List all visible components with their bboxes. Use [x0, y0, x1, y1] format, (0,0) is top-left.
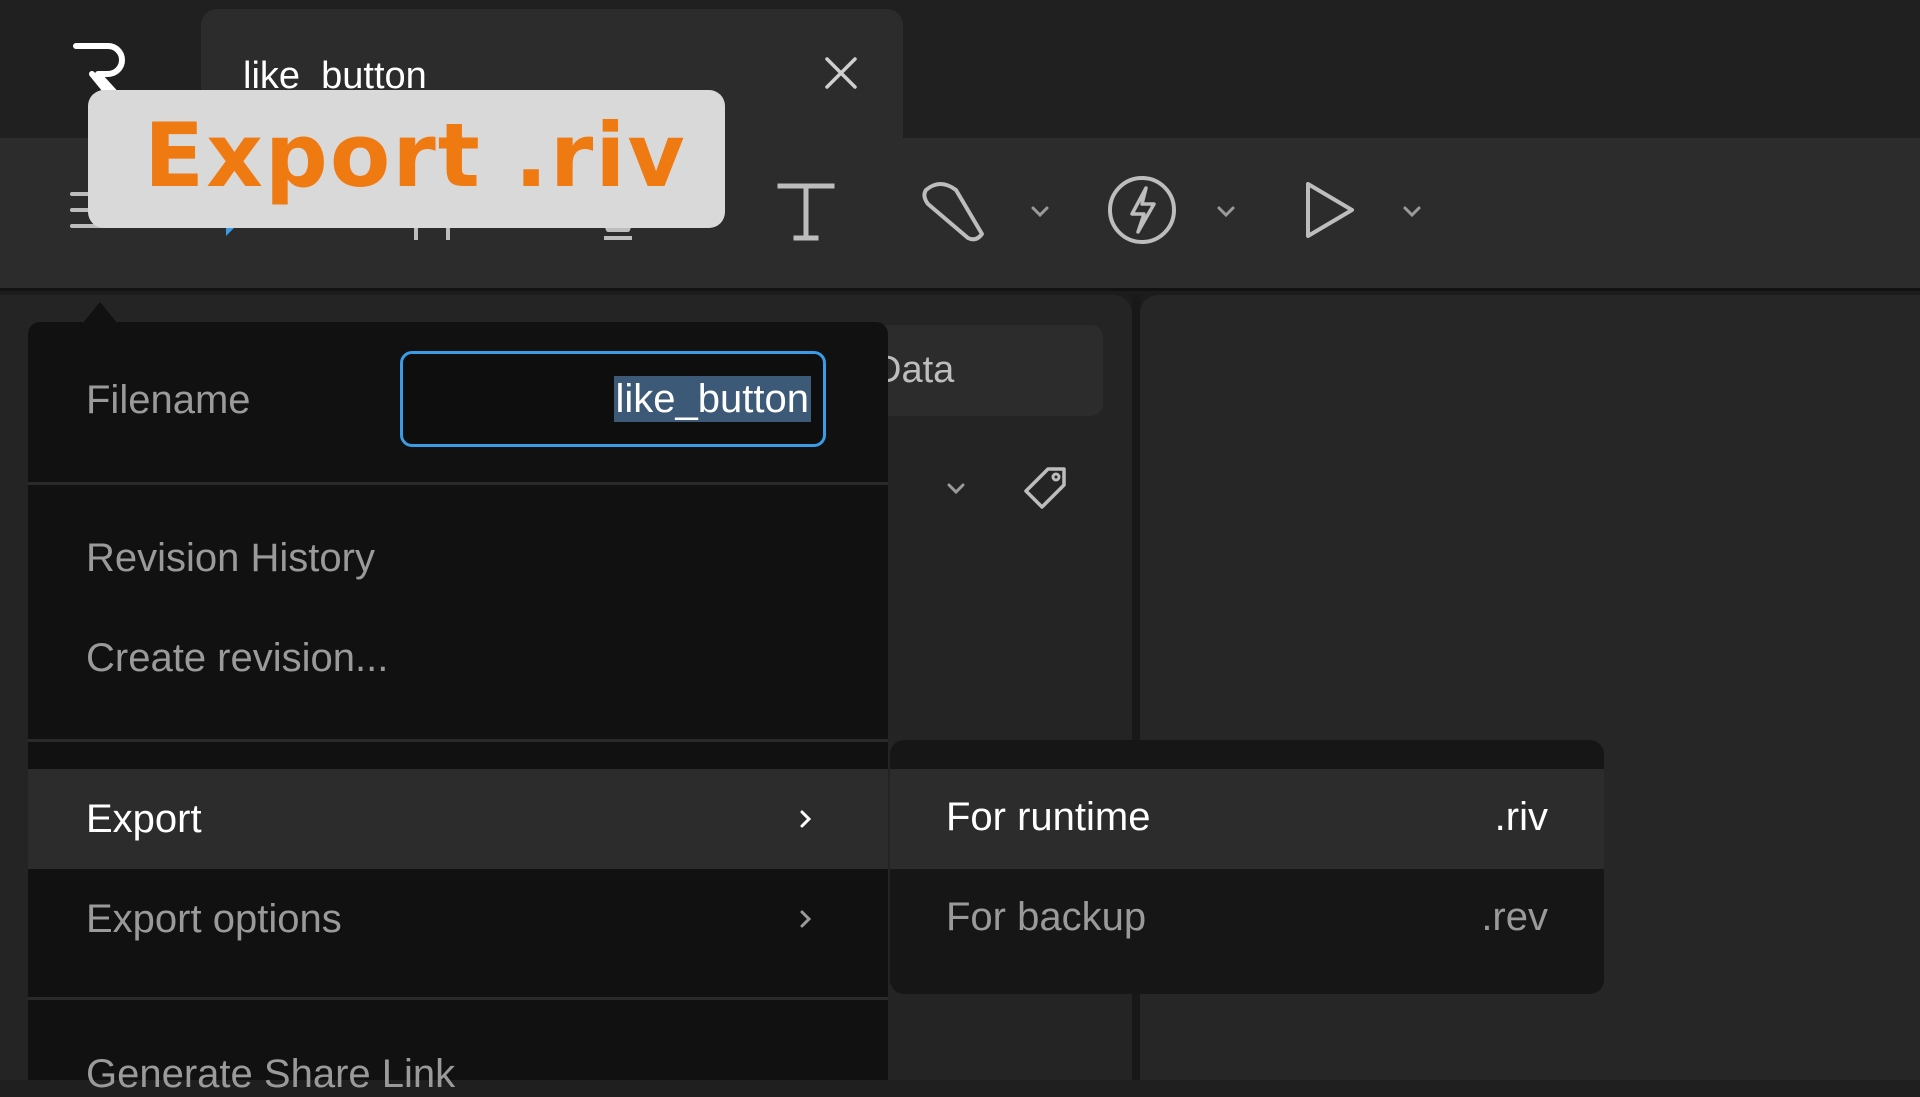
submenu-item-ext: .riv [1494, 795, 1548, 839]
menu-divider [28, 482, 888, 485]
menu-divider [28, 739, 888, 742]
play-icon[interactable] [1292, 174, 1364, 246]
submenu-item-label: For backup [946, 895, 1147, 939]
filename-input[interactable]: like_button [400, 351, 826, 447]
chevron-right-icon [792, 906, 818, 932]
bolt-icon[interactable] [1106, 174, 1178, 246]
menu-pointer [82, 302, 118, 324]
shape-icon[interactable] [918, 174, 990, 246]
submenu-item-for-runtime[interactable]: For runtime .riv [890, 769, 1604, 869]
submenu-item-for-backup[interactable]: For backup .rev [890, 869, 1604, 969]
main-menu: Filename like_button Revision History Cr… [28, 322, 888, 1096]
submenu-item-ext: .rev [1481, 895, 1548, 939]
menu-item-create-revision[interactable]: Create revision... [86, 636, 388, 681]
caption-text: Export .riv [144, 104, 687, 207]
menu-item-generate-share-link[interactable]: Generate Share Link [86, 1052, 455, 1097]
export-submenu: For runtime .riv For backup .rev [890, 740, 1604, 994]
chevron-down-icon[interactable] [942, 475, 970, 503]
filename-input-value: like_button [613, 376, 811, 422]
tab-data[interactable]: Data [860, 325, 1103, 416]
chevron-down-icon[interactable] [1026, 198, 1054, 226]
menu-item-export-label: Export [86, 797, 202, 841]
tag-icon[interactable] [1022, 465, 1070, 513]
menu-item-export[interactable]: Export [28, 769, 888, 869]
chevron-down-icon[interactable] [1212, 198, 1240, 226]
menu-divider [28, 997, 888, 1000]
chevron-down-icon[interactable] [1398, 198, 1426, 226]
submenu-item-label: For runtime [946, 795, 1151, 839]
filename-label: Filename [86, 378, 251, 422]
chevron-right-icon [792, 806, 818, 832]
menu-item-export-options-label: Export options [86, 897, 342, 941]
close-icon[interactable] [821, 53, 861, 93]
menu-item-export-options[interactable]: Export options [28, 869, 888, 969]
text-icon[interactable] [770, 174, 842, 246]
caption-overlay: Export .riv [88, 90, 725, 228]
menu-item-revision-history[interactable]: Revision History [86, 536, 375, 581]
